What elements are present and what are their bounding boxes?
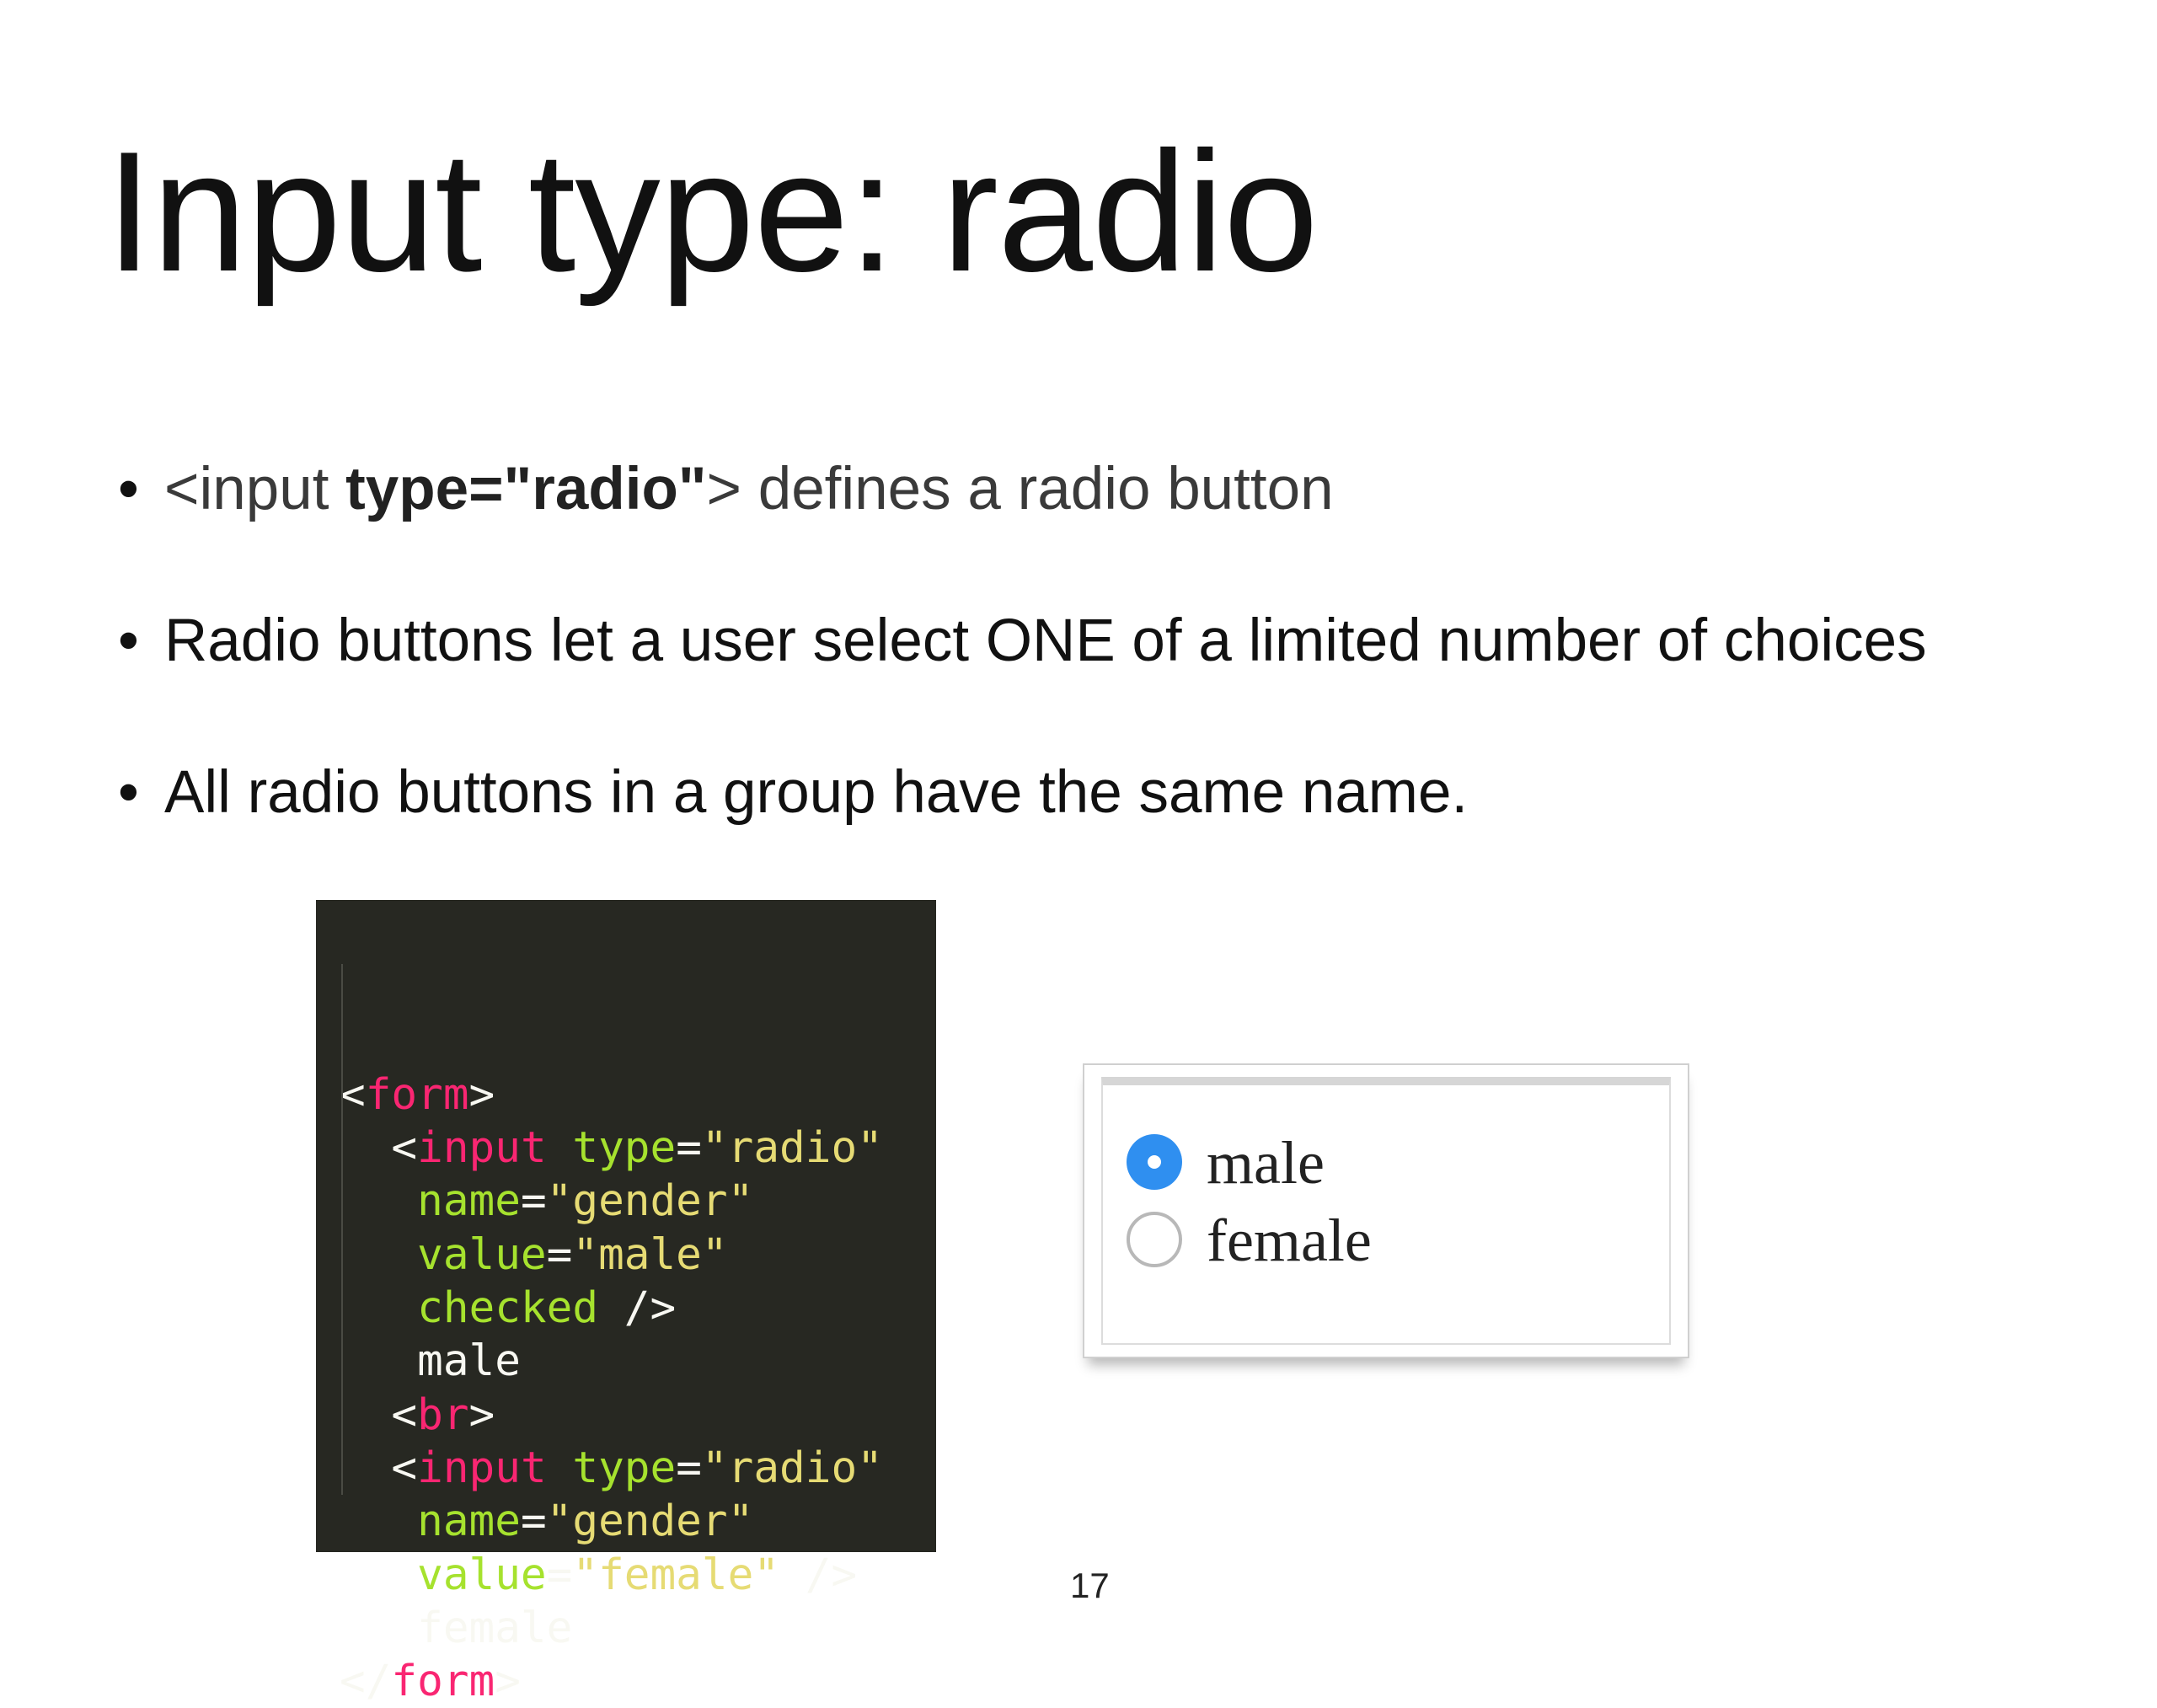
code-line: </form> (340, 1655, 936, 1708)
code-token: form (365, 1069, 469, 1120)
page-number: 17 (1070, 1566, 1110, 1605)
code-token: = (676, 1443, 702, 1493)
code-token: checked (340, 1283, 599, 1334)
code-line: name="gender" (340, 1175, 936, 1228)
code-token: < (340, 1069, 366, 1120)
code-token: name (340, 1497, 521, 1547)
slide: Input type: radio • <input type="radio">… (0, 0, 2157, 1706)
code-token: male (340, 1336, 521, 1387)
code-token: = (520, 1176, 547, 1227)
indent-guide (341, 964, 343, 1495)
code-token: = (520, 1497, 547, 1547)
code-token: "gender" (546, 1497, 754, 1547)
bullet-text: Radio buttons let a user select ONE of a… (164, 608, 1927, 674)
slide-title: Input type: radio (105, 116, 1319, 308)
code-token: input (417, 1123, 547, 1174)
code-token: > (468, 1389, 495, 1440)
code-token: name (340, 1176, 521, 1227)
code-token: type (572, 1123, 677, 1174)
code-token: "radio" (701, 1123, 883, 1174)
code-token: "female" (572, 1550, 779, 1600)
bullet-text-suffix: > defines a radio button (706, 456, 1334, 522)
code-token: </ (340, 1657, 392, 1707)
code-token: br (417, 1389, 469, 1440)
preview-frame (1101, 1077, 1671, 1345)
code-line: <input type="radio" (340, 1122, 936, 1175)
code-token: /> (598, 1283, 677, 1334)
form-preview: male female (1083, 1063, 1689, 1358)
code-token: > (495, 1657, 521, 1707)
code-token: "gender" (546, 1176, 754, 1227)
bullet-text-bold: type="radio" (345, 456, 707, 522)
code-line: <input type="radio" (340, 1442, 936, 1495)
code-line: value="male" (340, 1229, 936, 1282)
code-token: input (417, 1443, 547, 1493)
bullet-dot: • (118, 759, 139, 826)
code-line: checked /> (340, 1282, 936, 1335)
code-line: <br> (340, 1389, 936, 1442)
code-token: "male" (572, 1229, 728, 1280)
code-token: form (391, 1657, 495, 1707)
code-token: value (340, 1229, 547, 1280)
bullet-dot: • (118, 608, 139, 674)
bullet-dot: • (118, 456, 139, 522)
code-token: < (340, 1443, 418, 1493)
code-token: value (340, 1550, 547, 1600)
code-token: female (340, 1603, 573, 1653)
code-token: < (340, 1123, 418, 1174)
code-line: male (340, 1335, 936, 1388)
code-line: name="gender" (340, 1495, 936, 1548)
bullet-text-prefix: <input (164, 456, 346, 522)
code-token: = (546, 1229, 573, 1280)
radio-unchecked-icon[interactable] (1127, 1212, 1182, 1267)
code-line: value="female" /> (340, 1549, 936, 1602)
code-token: > (468, 1069, 495, 1120)
bullet-text: <input type="radio"> defines a radio but… (164, 459, 1334, 519)
code-snippet: <form> <input type="radio" name="gender"… (316, 900, 936, 1706)
radio-label: female (1207, 1207, 1372, 1274)
code-token: type (572, 1443, 677, 1493)
code-token: /> (779, 1550, 858, 1600)
code-token: "radio" (701, 1443, 883, 1493)
code-line: female (340, 1602, 936, 1655)
code-token: < (340, 1389, 418, 1440)
code-token: = (546, 1550, 573, 1600)
bullet-text: All radio buttons in a group have the sa… (164, 759, 1469, 826)
code-line: <form> (340, 1068, 936, 1122)
radio-checked-icon[interactable] (1127, 1134, 1182, 1190)
code-token: = (676, 1123, 702, 1174)
radio-label: male (1207, 1129, 1325, 1197)
